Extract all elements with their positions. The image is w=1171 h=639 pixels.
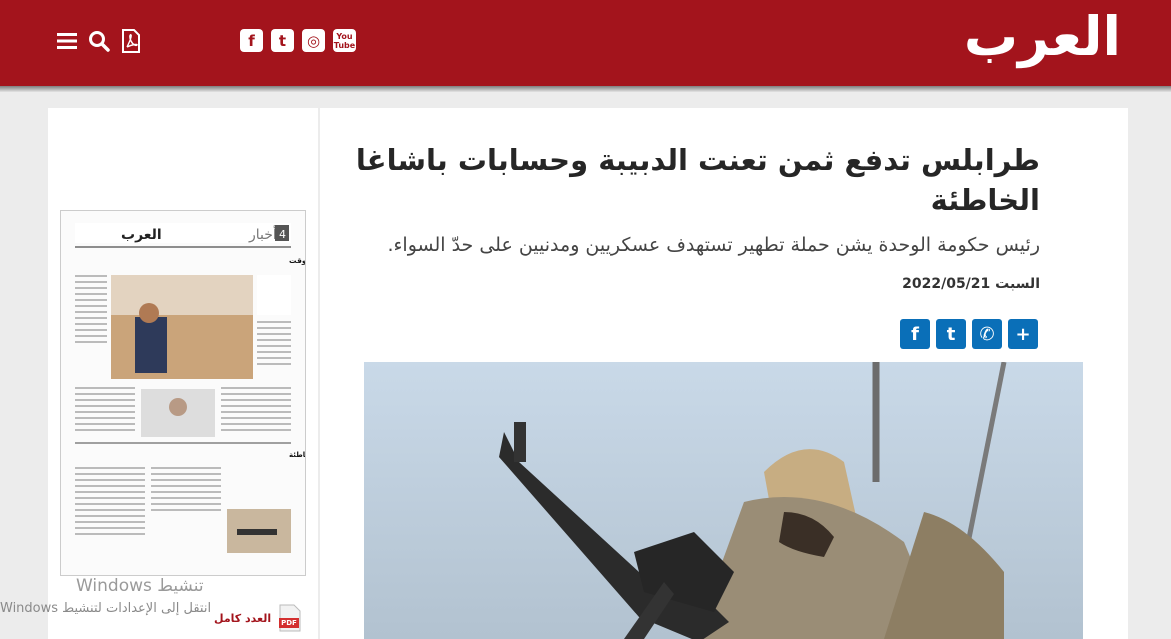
youtube-you: You bbox=[336, 31, 353, 41]
windows-activation-title: تنشيط Windows bbox=[76, 576, 204, 596]
youtube-tube: Tube bbox=[333, 40, 356, 50]
windows-activation-hint: انتقل إلى الإعدادات لتنشيط Windows bbox=[0, 601, 212, 616]
thumb-masthead: العرب bbox=[121, 227, 162, 243]
header-tools bbox=[56, 29, 142, 53]
youtube-icon[interactable]: You Tube bbox=[333, 29, 356, 52]
thumb-headline-mid: طرابلس تدفع ثمن تعنت الدبيبة وحسابات باش… bbox=[289, 451, 305, 459]
thumb-section: أخبار bbox=[248, 225, 277, 243]
thumb-page-number: 4 bbox=[279, 228, 286, 241]
article-title: طرابلس تدفع ثمن تعنت الدبيبة وحسابات باش… bbox=[355, 143, 1040, 217]
search-icon[interactable] bbox=[88, 30, 110, 52]
facebook-icon[interactable]: f bbox=[240, 29, 263, 52]
share-twitter-icon[interactable]: t bbox=[936, 319, 966, 349]
menu-icon[interactable] bbox=[56, 30, 78, 52]
article-subtitle: رئيس حكومة الوحدة يشن حملة تطهير تستهدف … bbox=[387, 234, 1040, 256]
article-main: طرابلس تدفع ثمن تعنت الدبيبة وحسابات باش… bbox=[320, 108, 1128, 639]
full-issue-label: العدد كامل bbox=[214, 611, 272, 625]
header-shadow bbox=[0, 86, 1171, 92]
pdf-file-icon: PDF bbox=[279, 604, 301, 632]
sidebar: العرب أخبار 4 الهيئة المستقلة للانتخابات… bbox=[48, 108, 318, 639]
share-whatsapp-icon[interactable]: ✆ bbox=[972, 319, 1002, 349]
social-links: f t ◎ You Tube bbox=[240, 29, 356, 52]
full-issue-link[interactable]: العدد كامل PDF bbox=[214, 604, 301, 632]
share-bar: f t ✆ + bbox=[900, 319, 1038, 349]
site-header: العرب f t ◎ You Tube bbox=[0, 0, 1171, 86]
article-hero-image bbox=[364, 362, 1083, 639]
pdf-badge: PDF bbox=[281, 619, 297, 627]
instagram-icon[interactable]: ◎ bbox=[302, 29, 325, 52]
newspaper-page-thumbnail[interactable]: العرب أخبار 4 الهيئة المستقلة للانتخابات… bbox=[60, 210, 306, 576]
twitter-icon[interactable]: t bbox=[271, 29, 294, 52]
article-date: السبت 2022/05/21 bbox=[902, 276, 1040, 292]
thumb-headline-top: الهيئة المستقلة للانتخابات في تونس تحت ض… bbox=[289, 256, 305, 265]
share-more-icon[interactable]: + bbox=[1008, 319, 1038, 349]
share-facebook-icon[interactable]: f bbox=[900, 319, 930, 349]
pdf-icon[interactable] bbox=[120, 29, 142, 53]
site-logo[interactable]: العرب bbox=[964, 6, 1123, 68]
